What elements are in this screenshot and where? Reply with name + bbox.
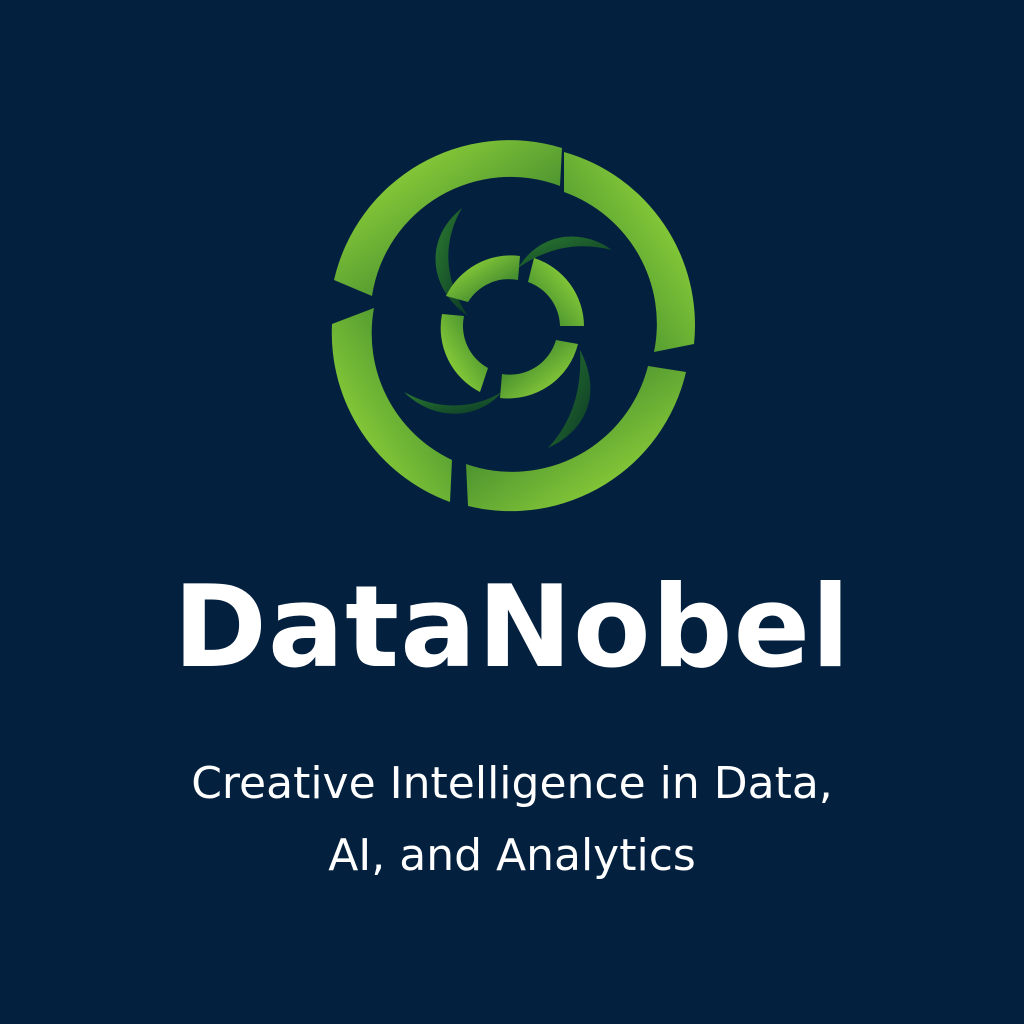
outer-ring	[331, 140, 695, 512]
tagline-line-2: AI, and Analytics	[328, 830, 696, 881]
tagline: Creative Intelligence in Data, AI, and A…	[0, 748, 1024, 892]
swirl-blades	[404, 208, 612, 448]
brand-name: DataNobel	[173, 561, 851, 693]
tagline-line-1: Creative Intelligence in Data,	[191, 758, 833, 809]
green-swirl-ring-logo-icon	[331, 140, 695, 512]
inner-ring	[440, 255, 584, 399]
